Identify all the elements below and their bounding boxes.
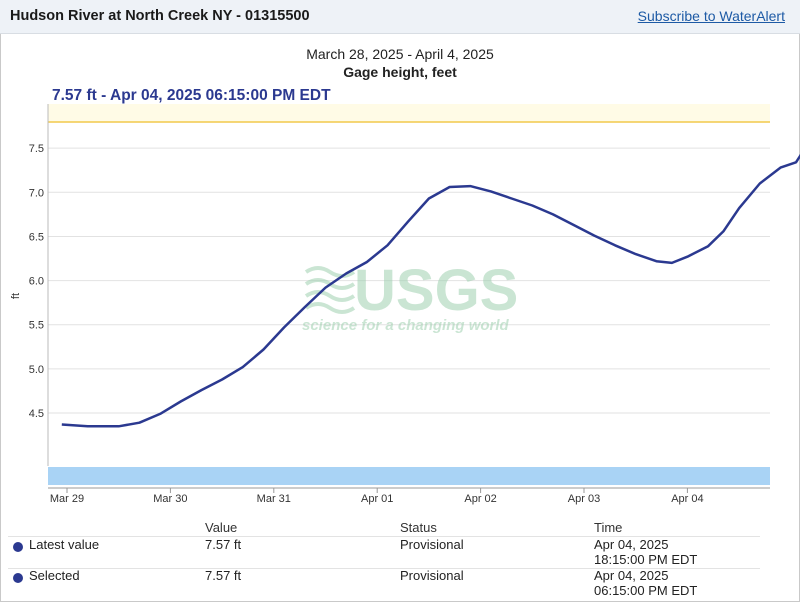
y-tick-label: 5.0 — [29, 364, 44, 376]
y-axis-labels: 4.5 5.0 5.5 6.0 6.5 7.0 7.5 — [29, 143, 44, 420]
gage-height-chart[interactable]: 4.5 5.0 5.5 6.0 6.5 7.0 7.5 ft USGS science fo… — [0, 0, 800, 520]
y-tick-label: 4.5 — [29, 408, 44, 420]
row-status: Provisional — [400, 537, 464, 552]
y-axis-title: ft — [10, 293, 22, 299]
usgs-tagline: science for a changing world — [302, 317, 510, 334]
table-row-latest[interactable]: Latest value 7.57 ft Provisional Apr 04,… — [0, 537, 800, 567]
header-time: Time — [594, 520, 623, 535]
series-dot-icon — [13, 573, 23, 583]
x-axis-labels: Mar 29 Mar 30 Mar 31 Apr 01 Apr 02 Apr 03 Apr … — [50, 488, 704, 505]
y-tick-label: 5.5 — [29, 320, 44, 332]
x-tick-label: Mar 31 — [257, 493, 291, 505]
y-tick-label: 6.0 — [29, 276, 44, 288]
row-date: Apr 04, 2025 — [594, 537, 669, 552]
navigator-bar[interactable] — [48, 467, 770, 485]
threshold-band — [48, 104, 770, 122]
x-tick-label: Apr 04 — [671, 493, 703, 505]
x-tick-label: Apr 01 — [361, 493, 393, 505]
y-tick-label: 7.0 — [29, 187, 44, 199]
row-time: 06:15:00 PM EDT — [594, 583, 698, 598]
row-date: Apr 04, 2025 — [594, 568, 669, 583]
y-tick-label: 6.5 — [29, 231, 44, 243]
x-tick-label: Apr 03 — [568, 493, 600, 505]
header-value: Value — [205, 520, 238, 535]
row-status: Provisional — [400, 568, 464, 583]
x-tick-label: Mar 30 — [153, 493, 187, 505]
row-label: Selected — [29, 568, 80, 583]
x-tick-label: Mar 29 — [50, 493, 84, 505]
header-status: Status — [400, 520, 437, 535]
y-tick-label: 7.5 — [29, 143, 44, 155]
usgs-watermark: USGS science for a changing world — [302, 258, 518, 334]
row-value: 7.57 ft — [205, 537, 242, 552]
usgs-logo-text: USGS — [354, 258, 518, 323]
row-label: Latest value — [29, 537, 100, 552]
table-row-selected[interactable]: Selected 7.57 ft Provisional Apr 04, 202… — [0, 568, 800, 598]
row-time: 18:15:00 PM EDT — [594, 552, 698, 567]
series-dot-icon — [13, 542, 23, 552]
x-tick-label: Apr 02 — [464, 493, 496, 505]
row-value: 7.57 ft — [205, 568, 242, 583]
